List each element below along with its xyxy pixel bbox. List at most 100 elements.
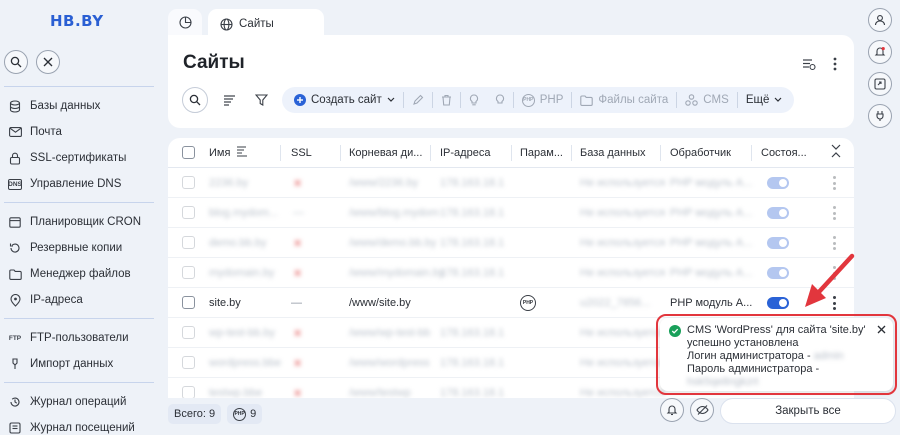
disable-button[interactable] (487, 87, 513, 113)
edit-button[interactable] (404, 87, 432, 113)
cms-button[interactable]: CMS (677, 87, 737, 113)
sidebar-item-dns[interactable]: DNS Управление DNS (8, 174, 121, 194)
calendar-icon (8, 215, 22, 229)
import-icon (8, 357, 22, 371)
brand-logo[interactable]: HB.BY (50, 12, 104, 30)
search-button[interactable] (4, 50, 28, 74)
status-toggle[interactable] (767, 177, 789, 189)
column-name[interactable]: Имя (209, 147, 230, 159)
column-ssl[interactable]: SSL (291, 147, 312, 159)
status-toggle[interactable] (767, 237, 789, 249)
enable-button[interactable] (461, 87, 487, 113)
row-checkbox[interactable] (182, 266, 195, 279)
user-button[interactable] (868, 8, 892, 32)
row-checkbox[interactable] (182, 386, 195, 398)
cell-name: wp-test-bb.by (209, 327, 276, 339)
sidebar-item-mail[interactable]: Почта (8, 122, 62, 142)
row-menu-button[interactable] (832, 296, 836, 310)
login-value: admin (813, 350, 844, 362)
close-notification-button[interactable] (875, 323, 887, 335)
notification-bell-button[interactable] (660, 398, 684, 422)
row-checkbox[interactable] (182, 356, 195, 369)
column-database[interactable]: База данных (580, 147, 646, 159)
notifications-button[interactable] (868, 40, 892, 64)
sidebar-item-import[interactable]: Импорт данных (8, 354, 113, 374)
export-button[interactable] (868, 72, 892, 96)
table-row[interactable]: 2236.by ✕ /www/2236.by 178.163.18.1 Не и… (168, 168, 854, 198)
row-checkbox[interactable] (182, 236, 195, 249)
row-menu-button[interactable] (832, 266, 836, 280)
create-site-button[interactable]: Создать сайт (286, 87, 403, 113)
plugins-button[interactable] (868, 104, 892, 128)
status-toggle[interactable] (767, 297, 789, 309)
status-toggle[interactable] (767, 207, 789, 219)
tab-dashboard[interactable] (168, 9, 202, 35)
search-icon (189, 94, 201, 106)
sidebar-item-operations-log[interactable]: Журнал операций (8, 392, 126, 412)
sidebar-item-cron[interactable]: Планировщик CRON (8, 212, 141, 232)
column-separator[interactable] (280, 145, 281, 161)
search-icon (10, 56, 22, 68)
eye-off-icon (695, 405, 709, 415)
column-separator[interactable] (430, 145, 431, 161)
tools-button[interactable] (36, 50, 60, 74)
php-label: PHP (539, 94, 564, 106)
export-icon (874, 78, 886, 90)
row-menu-button[interactable] (832, 236, 836, 250)
table-row[interactable]: demo.bb.by ✕ /www/demo.bb.by 178.163.18.… (168, 228, 854, 258)
table-settings-button[interactable] (800, 55, 818, 73)
row-checkbox[interactable] (182, 296, 195, 309)
column-ip[interactable]: IP-адреса (440, 147, 490, 159)
hide-notifications-button[interactable] (690, 398, 714, 422)
cell-ssl: ✕ (293, 238, 303, 250)
table-row[interactable]: blog.mydom... — /www/blog.mydom 178.163.… (168, 198, 854, 228)
row-checkbox[interactable] (182, 326, 195, 339)
collapse-columns-icon[interactable] (831, 144, 841, 161)
filter-icon (254, 94, 268, 106)
column-separator[interactable] (511, 145, 512, 161)
sidebar-item-ftp[interactable]: FTP FTP-пользователи (8, 328, 129, 348)
cell-name: blog.mydom... (209, 207, 279, 219)
close-all-button[interactable]: Закрыть все (720, 398, 896, 424)
table-search-button[interactable] (182, 87, 208, 113)
sidebar-item-databases[interactable]: Базы данных (8, 96, 100, 116)
page-menu-button[interactable] (826, 55, 844, 73)
sidebar-item-ssl[interactable]: SSL-сертификаты (8, 148, 126, 168)
row-menu-button[interactable] (832, 176, 836, 190)
column-separator[interactable] (660, 145, 661, 161)
column-status[interactable]: Состоя... (761, 147, 807, 159)
cell-db: Не используется (580, 387, 666, 398)
site-files-button[interactable]: Файлы сайта (572, 87, 676, 113)
status-toggle[interactable] (767, 267, 789, 279)
log-icon (8, 395, 22, 409)
row-checkbox[interactable] (182, 176, 195, 189)
row-menu-button[interactable] (832, 206, 836, 220)
filter-button[interactable] (248, 87, 274, 113)
column-root-dir[interactable]: Корневая ди... (349, 147, 422, 159)
column-handler[interactable]: Обработчик (670, 147, 731, 159)
notification-line: успешно установлена (687, 337, 799, 349)
backup-icon (8, 241, 22, 255)
delete-button[interactable] (433, 87, 460, 113)
sidebar-item-ip[interactable]: IP-адреса (8, 290, 83, 310)
table-row[interactable]: mydomain.by ✕ /www/mydomain.by 178.163.1… (168, 258, 854, 288)
chevron-down-icon (387, 97, 395, 102)
sort-button[interactable] (216, 87, 242, 113)
row-checkbox[interactable] (182, 206, 195, 219)
select-all-checkbox[interactable] (182, 146, 195, 159)
table-row-site-by[interactable]: site.by — /www/site.by PHP u2022_7856...… (168, 288, 854, 318)
folder-icon (8, 267, 22, 281)
column-separator[interactable] (571, 145, 572, 161)
visits-icon (8, 421, 22, 435)
more-button[interactable]: Ещё (738, 87, 791, 113)
sort-indicator-icon[interactable] (236, 145, 248, 160)
column-params[interactable]: Парам... (520, 147, 563, 159)
sidebar-item-file-manager[interactable]: Менеджер файлов (8, 264, 131, 284)
cell-handler: PHP модуль A... (670, 237, 753, 249)
column-separator[interactable] (340, 145, 341, 161)
column-separator[interactable] (751, 145, 752, 161)
cell-handler: PHP модуль A... (670, 267, 753, 279)
sidebar-item-backups[interactable]: Резервные копии (8, 238, 122, 258)
php-button[interactable]: PHP PHP (514, 87, 572, 113)
sidebar-item-visits-log[interactable]: Журнал посещений (8, 418, 135, 435)
